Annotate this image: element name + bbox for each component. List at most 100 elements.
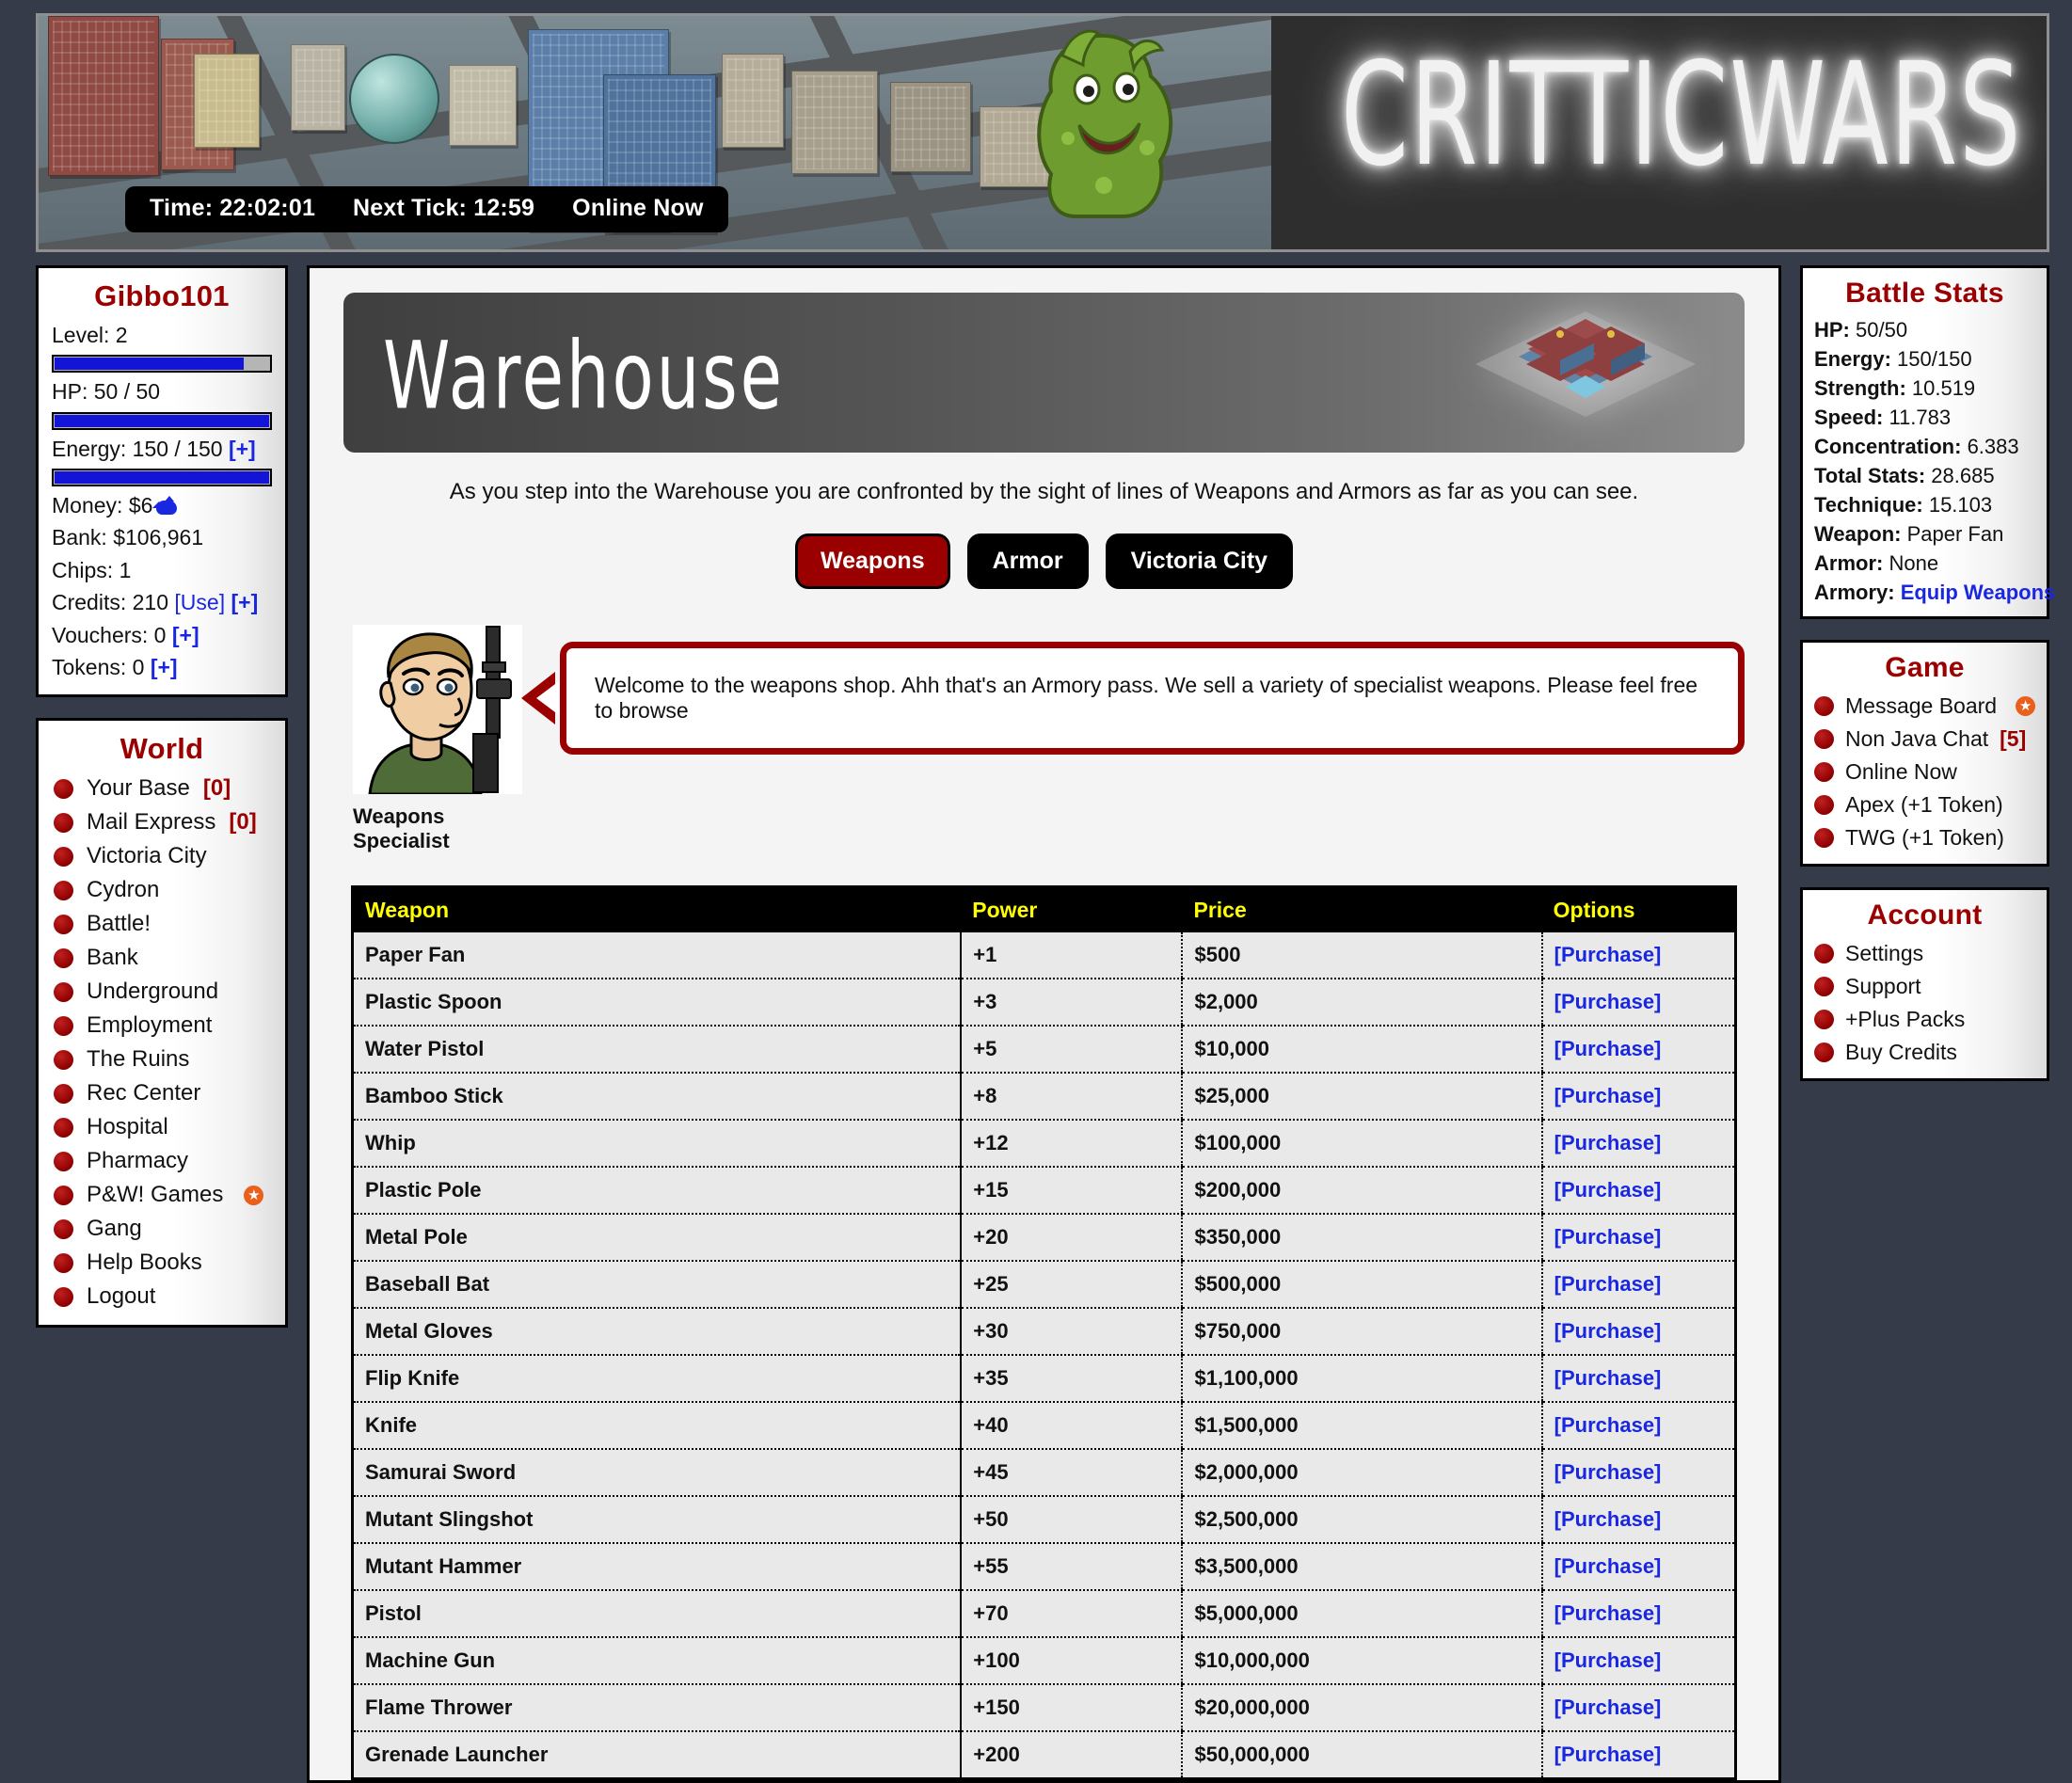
sidebar-item-p-w-games[interactable]: P&W! Games	[39, 1178, 285, 1212]
weapon-options: [Purchase]	[1540, 1449, 1736, 1497]
sidebar-item-mail-express[interactable]: Mail Express [0]	[39, 805, 285, 839]
purchase-link[interactable]: [Purchase]	[1554, 1460, 1662, 1484]
purchase-link[interactable]: [Purchase]	[1554, 1319, 1662, 1343]
game-item-apex-1-token[interactable]: Apex (+1 Token)	[1803, 788, 2047, 821]
equip-weapons-link[interactable]: Equip Weapons	[1895, 581, 2056, 604]
sidebar-item-rec-center[interactable]: Rec Center	[39, 1076, 285, 1110]
battle-stat-key: HP:	[1814, 318, 1850, 342]
weapon-power: +8	[960, 1073, 1183, 1121]
warehouse-building-icon	[1475, 311, 1696, 417]
tab-victoria-city[interactable]: Victoria City	[1105, 533, 1294, 589]
game-item-message-board[interactable]: Message Board	[1803, 690, 2047, 723]
purchase-link[interactable]: [Purchase]	[1554, 1178, 1662, 1202]
sidebar-item-your-base[interactable]: Your Base [0]	[39, 772, 285, 805]
game-item-twg-1-token[interactable]: TWG (+1 Token)	[1803, 821, 2047, 854]
player-bank: Bank: $106,961	[52, 525, 204, 550]
purchase-link[interactable]: [Purchase]	[1554, 1225, 1662, 1249]
credits-use-link[interactable]: [Use]	[174, 590, 225, 614]
weapon-options: [Purchase]	[1540, 1073, 1736, 1121]
game-panel-title: Game	[1885, 652, 1965, 684]
sidebar-item-underground[interactable]: Underground	[39, 975, 285, 1009]
bullet-icon	[54, 1185, 73, 1205]
game-item-online-now[interactable]: Online Now	[1803, 756, 2047, 788]
sidebar-item-battle[interactable]: Battle!	[39, 907, 285, 941]
sidebar-item-label: Logout	[87, 1283, 156, 1310]
account-item-buy-credits[interactable]: Buy Credits	[1803, 1036, 2047, 1069]
battle-stat-row: HP: 50/50	[1803, 315, 2047, 344]
purchase-link[interactable]: [Purchase]	[1554, 1272, 1662, 1296]
game-item-non-java-chat[interactable]: Non Java Chat [5]	[1803, 723, 2047, 756]
sidebar-item-label: Battle!	[87, 911, 151, 937]
energy-plus-link[interactable]: [+]	[229, 437, 256, 461]
purchase-link[interactable]: [Purchase]	[1554, 1695, 1662, 1719]
player-stats-panel: Gibbo101 Level: 2 HP: 50 / 50 Energy: 15…	[36, 265, 288, 698]
next-tick: Next Tick: 12:59	[353, 195, 535, 221]
purchase-link[interactable]: [Purchase]	[1554, 1413, 1662, 1437]
sidebar-item-logout[interactable]: Logout	[39, 1280, 285, 1313]
online-now-status[interactable]: Online Now	[572, 195, 704, 222]
purchase-link[interactable]: [Purchase]	[1554, 1037, 1662, 1060]
table-row: Plastic Spoon +3 $2,000 [Purchase]	[352, 979, 1736, 1027]
game-item-label: Apex (+1 Token)	[1845, 792, 2003, 818]
vouchers-text: Vouchers: 0	[52, 622, 172, 647]
count-badge: [0]	[202, 775, 231, 802]
battle-stat-key: Concentration:	[1814, 435, 1962, 459]
column-header-options: Options	[1541, 886, 1736, 932]
table-row: Samurai Sword +45 $2,000,000 [Purchase]	[352, 1449, 1736, 1497]
player-level: Level: 2	[52, 323, 128, 347]
game-item-label: TWG (+1 Token)	[1845, 825, 2004, 851]
count-badge: [0]	[229, 809, 257, 836]
purchase-link[interactable]: [Purchase]	[1554, 1648, 1662, 1672]
tab-armor[interactable]: Armor	[966, 533, 1089, 589]
npc-portrait-box: Weapons Specialist	[353, 625, 522, 853]
sidebar-item-help-books[interactable]: Help Books	[39, 1246, 285, 1280]
weapon-power: +15	[960, 1167, 1183, 1215]
sidebar-item-gang[interactable]: Gang	[39, 1212, 285, 1246]
sidebar-item-hospital[interactable]: Hospital	[39, 1110, 285, 1144]
purchase-link[interactable]: [Purchase]	[1554, 1554, 1662, 1578]
vouchers-plus-link[interactable]: [+]	[172, 623, 199, 647]
level-progress-bar	[52, 355, 272, 374]
weapon-name: Whip	[352, 1120, 963, 1168]
purchase-link[interactable]: [Purchase]	[1554, 1131, 1662, 1154]
account-item-settings[interactable]: Settings	[1803, 937, 2047, 970]
bullet-icon	[54, 1015, 73, 1036]
sidebar-item-the-ruins[interactable]: The Ruins	[39, 1043, 285, 1076]
account-nav-panel: Account Settings Support +Plus Packs Buy Cr…	[1800, 887, 2049, 1082]
sidebar-item-pharmacy[interactable]: Pharmacy	[39, 1144, 285, 1178]
weapon-options: [Purchase]	[1540, 1731, 1736, 1780]
player-hp: HP: 50 / 50	[52, 379, 161, 405]
sidebar-item-bank[interactable]: Bank	[39, 941, 285, 975]
tab-weapons[interactable]: Weapons	[794, 533, 950, 589]
purchase-link[interactable]: [Purchase]	[1554, 990, 1662, 1013]
weapon-name: Mutant Slingshot	[352, 1496, 963, 1544]
weapon-name: Knife	[352, 1402, 963, 1450]
purchase-link[interactable]: [Purchase]	[1554, 1084, 1662, 1107]
account-panel-title: Account	[1867, 899, 1983, 931]
sidebar-item-cydron[interactable]: Cydron	[39, 873, 285, 907]
account-item-support[interactable]: Support	[1803, 970, 2047, 1003]
site-logo: CRITTICWARS	[1340, 33, 2022, 199]
purchase-link[interactable]: [Purchase]	[1554, 1366, 1662, 1390]
npc-speech-bubble-wrap: Welcome to the weapons shop. Ahh that's …	[521, 642, 1745, 755]
battle-stats-panel: Battle Stats HP: 50/50 Energy: 150/150 Str…	[1800, 265, 2055, 620]
world-nav-panel: World Your Base [0] Mail Express [0] Victo…	[36, 718, 288, 1329]
weapon-name: Samurai Sword	[352, 1449, 963, 1497]
tokens-plus-link[interactable]: [+]	[151, 655, 178, 679]
piggy-bank-icon[interactable]	[152, 496, 178, 516]
purchase-link[interactable]: [Purchase]	[1554, 1743, 1662, 1766]
weapon-name: Water Pistol	[352, 1026, 963, 1074]
weapon-power: +3	[960, 979, 1183, 1027]
sidebar-item-victoria-city[interactable]: Victoria City	[39, 839, 285, 873]
purchase-link[interactable]: [Purchase]	[1554, 943, 1662, 966]
npc-name: Weapons Specialist	[353, 804, 450, 852]
weapon-price: $1,500,000	[1181, 1402, 1542, 1450]
warehouse-header-banner: Warehouse	[343, 293, 1745, 453]
npc-dialog-row: Weapons Specialist Welcome to the weapon…	[343, 625, 1745, 853]
purchase-link[interactable]: [Purchase]	[1554, 1507, 1662, 1531]
weapon-price: $5,000,000	[1181, 1590, 1542, 1638]
sidebar-item-employment[interactable]: Employment	[39, 1009, 285, 1043]
purchase-link[interactable]: [Purchase]	[1554, 1601, 1662, 1625]
account-item-plus-packs[interactable]: +Plus Packs	[1803, 1003, 2047, 1036]
credits-plus-link[interactable]: [+]	[225, 590, 258, 614]
